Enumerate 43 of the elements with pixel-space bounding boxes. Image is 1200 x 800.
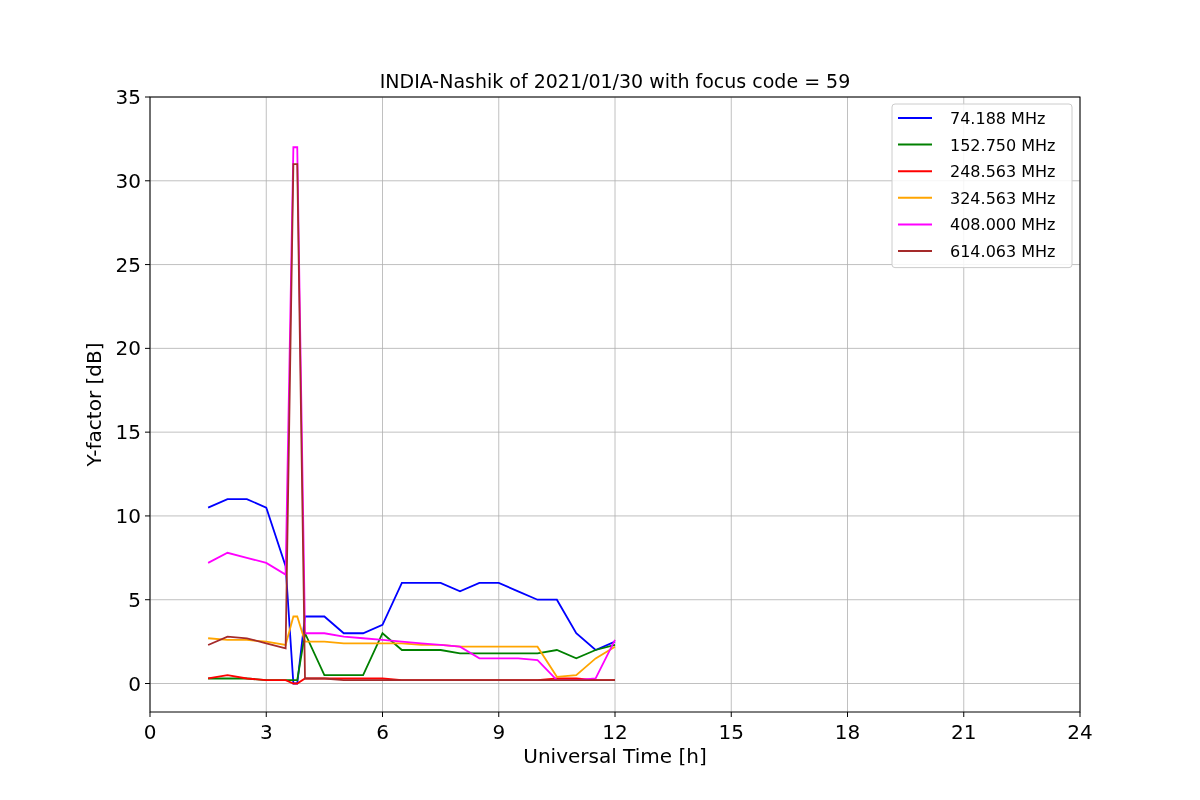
tick-label: 20: [115, 336, 141, 361]
tick-label: 15: [718, 720, 744, 744]
legend-label: 248.563 MHz: [950, 162, 1056, 182]
tick-label: 30: [115, 168, 141, 193]
tick-label: 10: [115, 503, 141, 528]
tick-mark: [614, 711, 616, 718]
tick-label: 3: [259, 720, 273, 744]
tick-label: 24: [1067, 720, 1093, 744]
tick-label: 15: [115, 420, 141, 445]
tick-label: 21: [951, 720, 977, 744]
tick-label: 5: [128, 587, 141, 612]
tick-mark: [144, 431, 151, 433]
tick-label: 35: [115, 85, 141, 109]
tick-mark: [144, 96, 151, 98]
legend-label: 152.750 MHz: [950, 135, 1056, 155]
tick-mark: [149, 711, 151, 718]
tick-mark: [144, 180, 151, 182]
tick-mark: [144, 264, 151, 266]
legend-label: 614.063 MHz: [950, 242, 1056, 261]
tick-mark: [265, 711, 267, 718]
tick-mark: [144, 347, 151, 349]
tick-mark: [1079, 711, 1081, 718]
tick-mark: [144, 599, 151, 601]
tick-mark: [382, 711, 383, 718]
legend-label: 324.563 MHz: [950, 188, 1056, 208]
tick-label: 25: [115, 252, 141, 277]
tick-label: 12: [602, 720, 628, 744]
legend-label: 408.000 MHz: [950, 215, 1056, 235]
tick-mark: [847, 711, 848, 718]
tick-label: 18: [834, 720, 861, 744]
tick-label: 0: [143, 720, 157, 744]
tick-mark: [730, 711, 732, 718]
legend-label: 74.188 MHz: [950, 109, 1046, 128]
tick-mark: [144, 683, 151, 684]
axis-label: Y-factor [dB]: [82, 342, 106, 467]
tick-label: 0: [128, 671, 141, 696]
tick-mark: [963, 711, 965, 718]
tick-mark: [144, 515, 151, 517]
axis-label: Universal Time [h]: [523, 744, 707, 768]
chart-title: INDIA-Nashik of 2021/01/30 with focus code = 59: [379, 70, 851, 92]
tick-mark: [498, 711, 500, 718]
tick-label: 9: [492, 720, 506, 744]
tick-label: 6: [376, 720, 389, 744]
